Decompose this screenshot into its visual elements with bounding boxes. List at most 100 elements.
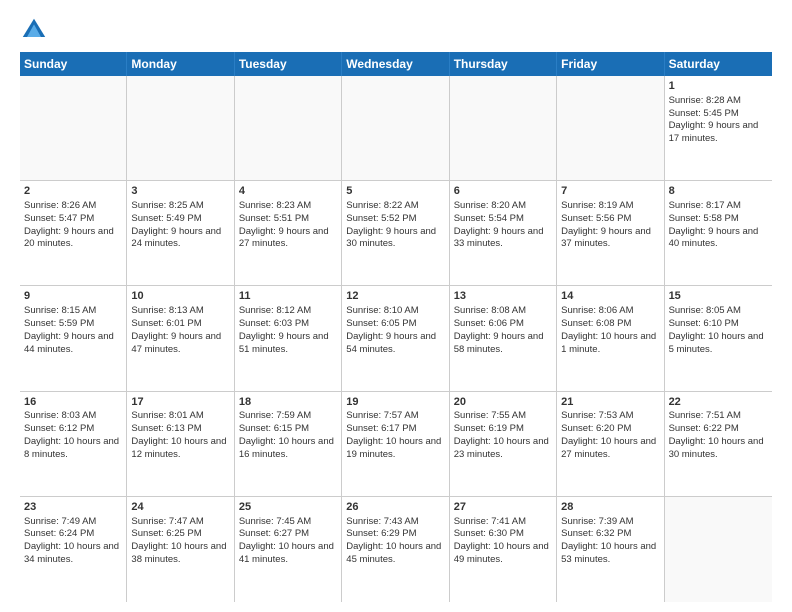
day-info: Sunrise: 8:28 AM — [669, 95, 768, 108]
day-number: 2 — [24, 184, 122, 199]
day-number: 16 — [24, 395, 122, 410]
day-number: 4 — [239, 184, 337, 199]
day-number: 10 — [131, 289, 229, 304]
cal-cell: 12Sunrise: 8:10 AMSunset: 6:05 PMDayligh… — [342, 286, 449, 390]
cal-cell: 24Sunrise: 7:47 AMSunset: 6:25 PMDayligh… — [127, 497, 234, 602]
day-info: Sunrise: 7:57 AM — [346, 410, 444, 423]
cal-cell: 20Sunrise: 7:55 AMSunset: 6:19 PMDayligh… — [450, 392, 557, 496]
day-info: Sunrise: 8:05 AM — [669, 305, 768, 318]
day-info: Sunrise: 8:19 AM — [561, 200, 659, 213]
day-number: 5 — [346, 184, 444, 199]
day-number: 3 — [131, 184, 229, 199]
day-info: Daylight: 10 hours and 41 minutes. — [239, 541, 337, 567]
day-info: Daylight: 9 hours and 27 minutes. — [239, 226, 337, 252]
day-info: Sunrise: 7:45 AM — [239, 516, 337, 529]
cal-cell — [450, 76, 557, 180]
day-info: Daylight: 9 hours and 20 minutes. — [24, 226, 122, 252]
day-info: Daylight: 10 hours and 8 minutes. — [24, 436, 122, 462]
day-number: 24 — [131, 500, 229, 515]
day-info: Sunrise: 8:17 AM — [669, 200, 768, 213]
day-info: Sunrise: 7:49 AM — [24, 516, 122, 529]
day-info: Sunrise: 8:01 AM — [131, 410, 229, 423]
cal-cell: 18Sunrise: 7:59 AMSunset: 6:15 PMDayligh… — [235, 392, 342, 496]
cal-cell: 8Sunrise: 8:17 AMSunset: 5:58 PMDaylight… — [665, 181, 772, 285]
day-info: Sunset: 6:08 PM — [561, 318, 659, 331]
day-number: 26 — [346, 500, 444, 515]
day-number: 25 — [239, 500, 337, 515]
day-info: Sunrise: 8:03 AM — [24, 410, 122, 423]
day-info: Sunrise: 8:25 AM — [131, 200, 229, 213]
day-number: 28 — [561, 500, 659, 515]
day-info: Sunrise: 8:08 AM — [454, 305, 552, 318]
header-day-friday: Friday — [557, 52, 664, 76]
day-info: Daylight: 10 hours and 16 minutes. — [239, 436, 337, 462]
day-info: Sunset: 5:56 PM — [561, 213, 659, 226]
day-info: Sunrise: 8:10 AM — [346, 305, 444, 318]
day-info: Daylight: 9 hours and 44 minutes. — [24, 331, 122, 357]
cal-cell: 19Sunrise: 7:57 AMSunset: 6:17 PMDayligh… — [342, 392, 449, 496]
day-info: Sunrise: 8:22 AM — [346, 200, 444, 213]
day-info: Daylight: 10 hours and 53 minutes. — [561, 541, 659, 567]
day-number: 27 — [454, 500, 552, 515]
cal-cell: 26Sunrise: 7:43 AMSunset: 6:29 PMDayligh… — [342, 497, 449, 602]
calendar-body: 1Sunrise: 8:28 AMSunset: 5:45 PMDaylight… — [20, 76, 772, 602]
cal-cell: 25Sunrise: 7:45 AMSunset: 6:27 PMDayligh… — [235, 497, 342, 602]
day-info: Sunset: 6:17 PM — [346, 423, 444, 436]
day-info: Sunrise: 8:15 AM — [24, 305, 122, 318]
day-info: Sunrise: 7:39 AM — [561, 516, 659, 529]
day-info: Sunset: 5:47 PM — [24, 213, 122, 226]
cal-cell — [127, 76, 234, 180]
day-info: Sunset: 6:25 PM — [131, 528, 229, 541]
day-info: Sunset: 6:13 PM — [131, 423, 229, 436]
day-info: Sunset: 5:51 PM — [239, 213, 337, 226]
day-info: Sunset: 6:32 PM — [561, 528, 659, 541]
day-info: Sunset: 6:01 PM — [131, 318, 229, 331]
calendar-header: SundayMondayTuesdayWednesdayThursdayFrid… — [20, 52, 772, 76]
day-info: Daylight: 9 hours and 51 minutes. — [239, 331, 337, 357]
day-info: Sunset: 6:15 PM — [239, 423, 337, 436]
cal-cell — [235, 76, 342, 180]
logo-icon — [20, 16, 48, 44]
day-info: Sunrise: 7:51 AM — [669, 410, 768, 423]
cal-cell: 2Sunrise: 8:26 AMSunset: 5:47 PMDaylight… — [20, 181, 127, 285]
day-info: Sunset: 5:54 PM — [454, 213, 552, 226]
day-info: Sunrise: 8:26 AM — [24, 200, 122, 213]
day-info: Sunrise: 8:12 AM — [239, 305, 337, 318]
day-info: Sunrise: 8:23 AM — [239, 200, 337, 213]
day-info: Sunset: 6:30 PM — [454, 528, 552, 541]
day-info: Sunset: 5:59 PM — [24, 318, 122, 331]
cal-cell: 21Sunrise: 7:53 AMSunset: 6:20 PMDayligh… — [557, 392, 664, 496]
cal-cell: 28Sunrise: 7:39 AMSunset: 6:32 PMDayligh… — [557, 497, 664, 602]
day-info: Sunset: 6:24 PM — [24, 528, 122, 541]
day-info: Daylight: 9 hours and 40 minutes. — [669, 226, 768, 252]
cal-cell: 15Sunrise: 8:05 AMSunset: 6:10 PMDayligh… — [665, 286, 772, 390]
day-info: Daylight: 10 hours and 23 minutes. — [454, 436, 552, 462]
day-number: 8 — [669, 184, 768, 199]
cal-cell — [557, 76, 664, 180]
day-number: 15 — [669, 289, 768, 304]
day-info: Sunrise: 7:43 AM — [346, 516, 444, 529]
day-info: Sunset: 6:27 PM — [239, 528, 337, 541]
day-info: Daylight: 10 hours and 12 minutes. — [131, 436, 229, 462]
day-number: 18 — [239, 395, 337, 410]
cal-cell: 11Sunrise: 8:12 AMSunset: 6:03 PMDayligh… — [235, 286, 342, 390]
calendar: SundayMondayTuesdayWednesdayThursdayFrid… — [20, 52, 772, 602]
day-info: Sunset: 6:12 PM — [24, 423, 122, 436]
day-info: Sunrise: 7:41 AM — [454, 516, 552, 529]
day-number: 12 — [346, 289, 444, 304]
day-info: Daylight: 10 hours and 38 minutes. — [131, 541, 229, 567]
day-info: Sunset: 6:19 PM — [454, 423, 552, 436]
cal-cell — [665, 497, 772, 602]
day-info: Daylight: 10 hours and 49 minutes. — [454, 541, 552, 567]
page: SundayMondayTuesdayWednesdayThursdayFrid… — [0, 0, 792, 612]
day-info: Daylight: 9 hours and 58 minutes. — [454, 331, 552, 357]
cal-cell: 17Sunrise: 8:01 AMSunset: 6:13 PMDayligh… — [127, 392, 234, 496]
cal-cell: 16Sunrise: 8:03 AMSunset: 6:12 PMDayligh… — [20, 392, 127, 496]
day-info: Daylight: 9 hours and 54 minutes. — [346, 331, 444, 357]
day-number: 20 — [454, 395, 552, 410]
day-number: 1 — [669, 79, 768, 94]
day-info: Daylight: 10 hours and 34 minutes. — [24, 541, 122, 567]
day-info: Sunrise: 7:59 AM — [239, 410, 337, 423]
day-info: Daylight: 9 hours and 37 minutes. — [561, 226, 659, 252]
day-info: Sunset: 6:06 PM — [454, 318, 552, 331]
